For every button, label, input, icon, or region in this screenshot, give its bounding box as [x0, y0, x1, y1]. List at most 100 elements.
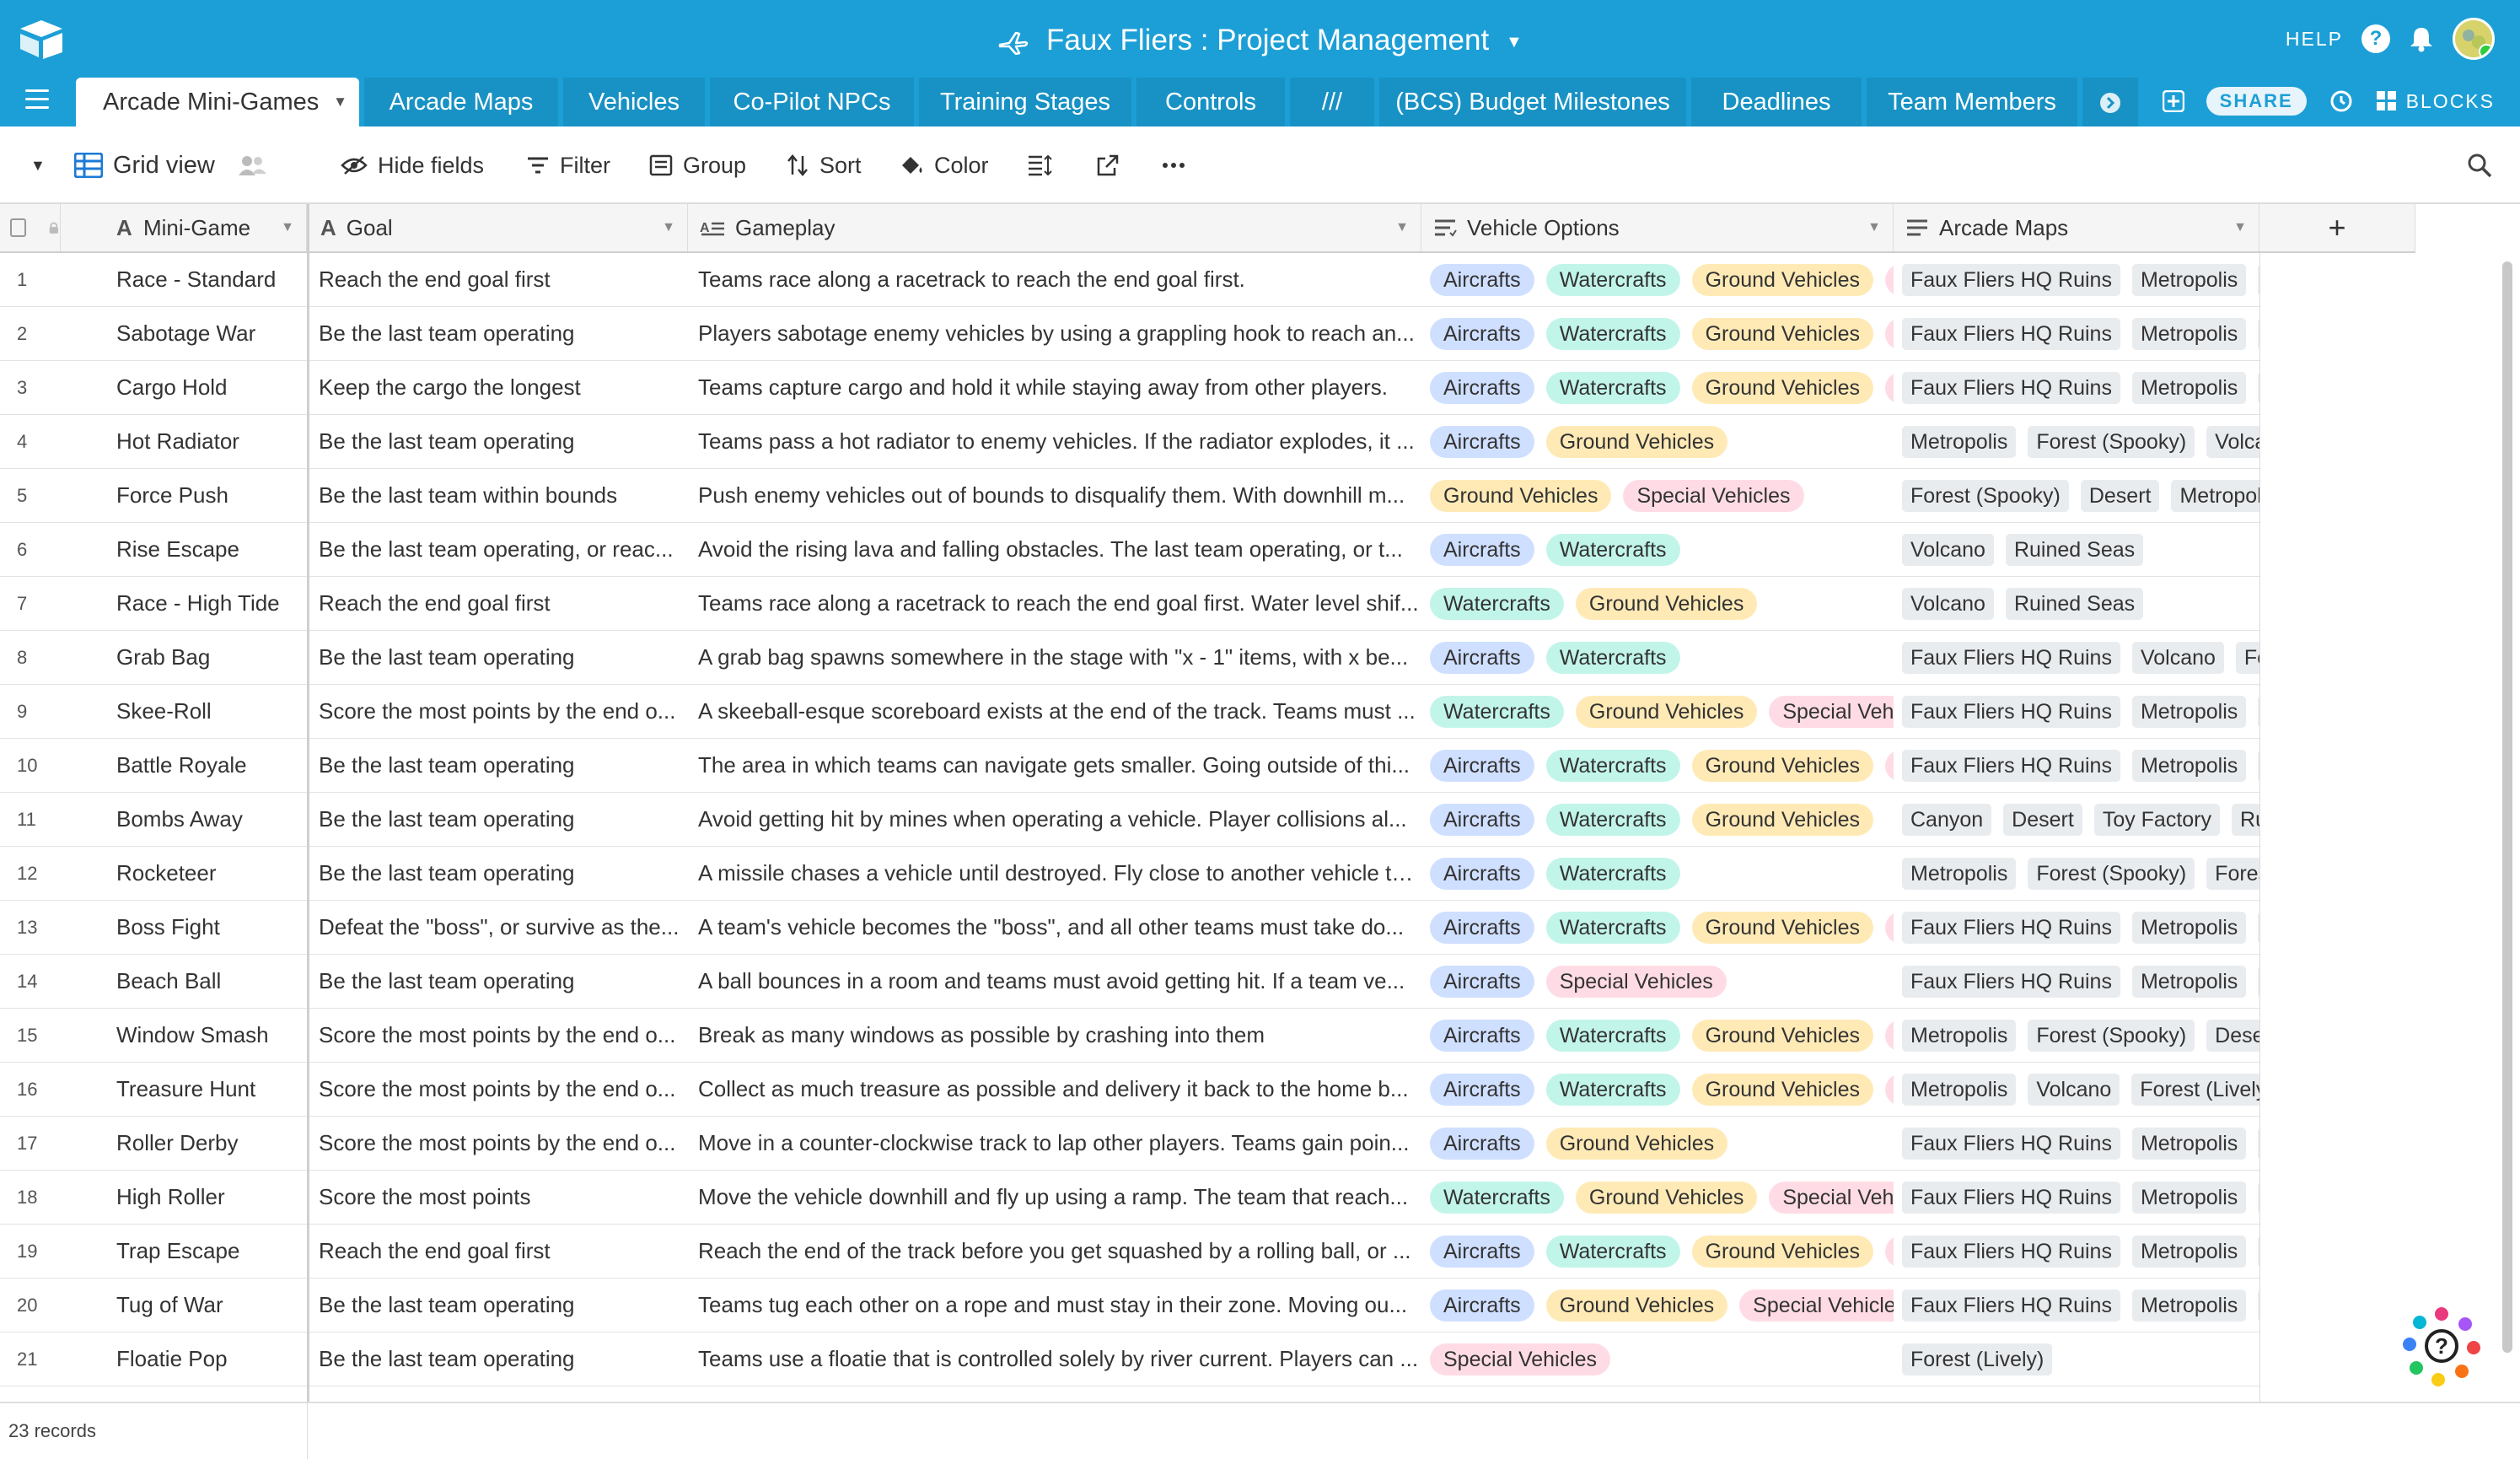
linked-map-chip[interactable]: Forest (Spooky)	[1902, 479, 2069, 512]
cell-vehicle-options[interactable]: Ground Vehicles Special Vehicles	[1421, 469, 1894, 522]
column-header-arcade-maps[interactable]: Arcade Maps ▼	[1894, 204, 2259, 251]
help-widget-icon[interactable]: ?	[2401, 1306, 2482, 1386]
help-circle-icon[interactable]: ?	[2361, 24, 2390, 53]
cell-gameplay[interactable]: A ball bounces in a room and teams must …	[688, 955, 1421, 1008]
linked-map-chip[interactable]: Faux Fliers HQ Ruins	[1902, 641, 2120, 674]
sort-button[interactable]: Sort	[786, 127, 862, 204]
table-row[interactable]: 3 Cargo Hold Keep the cargo the longest Tea…	[0, 361, 2259, 415]
cell-vehicle-options[interactable]: Special Vehicles	[1421, 1332, 1894, 1386]
cell-goal[interactable]: Be the last team operating	[309, 415, 688, 468]
cell-arcade-maps[interactable]: Canyon Desert Toy Factory Ruined Seas	[1894, 793, 2259, 846]
share-view-button[interactable]	[1096, 127, 1120, 204]
linked-map-chip[interactable]: Faux Fliers HQ Ruins	[1902, 911, 2120, 944]
row-number[interactable]: 3	[0, 361, 61, 414]
cell-vehicle-options[interactable]: Aircrafts Watercrafts Ground Vehicles Speci…	[1421, 1009, 1894, 1062]
tab-controls[interactable]: Controls	[1136, 78, 1285, 127]
cell-mini-game[interactable]: Trap Escape	[106, 1225, 309, 1278]
caret-down-icon[interactable]: ▼	[30, 157, 46, 175]
bell-icon[interactable]	[2409, 25, 2434, 52]
cell-mini-game[interactable]: Skee-Roll	[106, 685, 309, 738]
cell-arcade-maps[interactable]: Faux Fliers HQ RuinsMetropolisVolcano	[1894, 901, 2259, 954]
linked-map-chip[interactable]: Metropolis	[2131, 1289, 2247, 1322]
cell-mini-game[interactable]: Force Push	[106, 469, 309, 522]
cell-vehicle-options[interactable]: Aircrafts Watercrafts Ground Vehicles Speci…	[1421, 361, 1894, 414]
linked-map-chip[interactable]: Faux Fliers HQ Ruins	[1902, 371, 2120, 404]
cell-arcade-maps[interactable]: Metropolis Volcano Forest (Lively)	[1894, 1063, 2259, 1116]
cell-goal[interactable]: Be the last team operating	[309, 1279, 688, 1332]
row-number[interactable]: 1	[0, 253, 61, 306]
cell-vehicle-options[interactable]: Aircrafts Watercrafts Ground Vehicles	[1421, 793, 1894, 846]
cell-arcade-maps[interactable]: Faux Fliers HQ RuinsMetropolisForest (Sp…	[1894, 1279, 2259, 1332]
cell-arcade-maps[interactable]: Metropolis Forest (Spooky) Volcano	[1894, 415, 2259, 468]
cell-gameplay[interactable]: Move in a counter-clockwise track to lap…	[688, 1117, 1421, 1170]
cell-arcade-maps[interactable]: Volcano Ruined Seas	[1894, 577, 2259, 630]
user-avatar[interactable]	[2453, 18, 2495, 60]
cell-gameplay[interactable]: Avoid the rising lava and falling obstac…	[688, 523, 1421, 576]
cell-arcade-maps[interactable]: Faux Fliers HQ RuinsMetropolisForest (Sp…	[1894, 739, 2259, 792]
column-header-mini-game[interactable]: A Mini-Game ▼	[61, 204, 307, 251]
cell-arcade-maps[interactable]: Volcano Ruined Seas	[1894, 523, 2259, 576]
cell-gameplay[interactable]: Reach the end of the track before you ge…	[688, 1225, 1421, 1278]
tab-deadlines[interactable]: Deadlines	[1691, 78, 1862, 127]
table-row[interactable]: 16 Treasure Hunt Score the most points by …	[0, 1063, 2259, 1117]
row-number[interactable]: 13	[0, 901, 61, 954]
row-height-button[interactable]	[1027, 127, 1052, 204]
table-row[interactable]: 1 Race - Standard Reach the end goal first…	[0, 253, 2259, 307]
filter-button[interactable]: Filter	[526, 127, 610, 204]
cell-vehicle-options[interactable]: Watercrafts Ground Vehicles Special Vehicl…	[1421, 1171, 1894, 1224]
cell-vehicle-options[interactable]: Aircrafts Ground Vehicles	[1421, 415, 1894, 468]
tab-overflow[interactable]	[2082, 78, 2138, 127]
linked-map-chip[interactable]: Canyon	[1902, 803, 1992, 836]
add-field-button[interactable]: +	[2259, 204, 2415, 251]
share-button[interactable]: SHARE	[2206, 87, 2307, 116]
row-number[interactable]: 4	[0, 415, 61, 468]
cell-mini-game[interactable]: Bombs Away	[106, 793, 309, 846]
cell-arcade-maps[interactable]: Faux Fliers HQ RuinsMetropolisCanyon	[1894, 1171, 2259, 1224]
cell-mini-game[interactable]: Race - Standard	[106, 253, 309, 306]
cell-gameplay[interactable]: Teams pass a hot radiator to enemy vehic…	[688, 415, 1421, 468]
table-row[interactable]: 17 Roller Derby Score the most points by t…	[0, 1117, 2259, 1171]
tab-team-members[interactable]: Team Members	[1867, 78, 2077, 127]
cell-vehicle-options[interactable]: Aircrafts Watercrafts Ground Vehicles Speci…	[1421, 901, 1894, 954]
linked-map-chip[interactable]: Volcano	[2028, 1073, 2120, 1106]
linked-map-chip[interactable]: Faux Fliers HQ Ruins	[1902, 965, 2120, 998]
cell-arcade-maps[interactable]: Faux Fliers HQ Ruins Volcano Forest (Spook…	[1894, 631, 2259, 684]
linked-map-chip[interactable]: Metropolis	[2131, 317, 2247, 350]
cell-gameplay[interactable]: Collect as much treasure as possible and…	[688, 1063, 1421, 1116]
linked-map-chip[interactable]: Faux Fliers HQ Ruins	[1902, 1127, 2120, 1160]
cell-arcade-maps[interactable]: Metropolis Forest (Spooky) Forest (Lively)	[1894, 847, 2259, 900]
row-number[interactable]: 6	[0, 523, 61, 576]
cell-arcade-maps[interactable]: Faux Fliers HQ RuinsMetropolisForest (Sp…	[1894, 307, 2259, 360]
linked-map-chip[interactable]: Faux Fliers HQ Ruins	[1902, 749, 2120, 782]
cell-goal[interactable]: Be the last team operating	[309, 793, 688, 846]
cell-mini-game[interactable]: Treasure Hunt	[106, 1063, 309, 1116]
cell-gameplay[interactable]: Teams capture cargo and hold it while st…	[688, 361, 1421, 414]
row-number[interactable]: 20	[0, 1279, 61, 1332]
search-button[interactable]	[2467, 127, 2492, 204]
cell-gameplay[interactable]: Players sabotage enemy vehicles by using…	[688, 307, 1421, 360]
more-options-button[interactable]	[1162, 127, 1185, 204]
linked-map-chip[interactable]: Metropolis	[2131, 911, 2247, 944]
cell-arcade-maps[interactable]: Faux Fliers HQ RuinsMetropolisVolcano	[1894, 1225, 2259, 1278]
tab-vehicles[interactable]: Vehicles	[563, 78, 705, 127]
row-number[interactable]: 15	[0, 1009, 61, 1062]
cell-mini-game[interactable]: Rise Escape	[106, 523, 309, 576]
cell-vehicle-options[interactable]: Aircrafts Watercrafts	[1421, 631, 1894, 684]
tab-budget-milestones[interactable]: (BCS) Budget Milestones	[1379, 78, 1686, 127]
cell-gameplay[interactable]: A team's vehicle becomes the "boss", and…	[688, 901, 1421, 954]
chevron-down-icon[interactable]: ▼	[1506, 33, 1523, 51]
linked-map-chip[interactable]: Metropolis	[1902, 425, 2017, 458]
group-button[interactable]: Group	[649, 127, 746, 204]
cell-goal[interactable]: Be the last team operating	[309, 631, 688, 684]
cell-goal[interactable]: Be the last team operating	[309, 1332, 688, 1386]
linked-map-chip[interactable]: Forest (Lively)	[1902, 1343, 2053, 1376]
linked-map-chip[interactable]: Volcano	[2131, 641, 2224, 674]
linked-map-chip[interactable]: Metropolis	[2131, 263, 2247, 296]
chevron-down-icon[interactable]: ▼	[333, 78, 347, 127]
linked-map-chip[interactable]: Faux Fliers HQ Ruins	[1902, 1289, 2120, 1322]
cell-vehicle-options[interactable]: Aircrafts Special Vehicles	[1421, 955, 1894, 1008]
tab-training-stages[interactable]: Training Stages	[919, 78, 1131, 127]
table-row[interactable]: 6 Rise Escape Be the last team operating, …	[0, 523, 2259, 577]
cell-gameplay[interactable]: Teams race along a racetrack to reach th…	[688, 253, 1421, 306]
blocks-button[interactable]: BLOCKS	[2376, 90, 2495, 113]
